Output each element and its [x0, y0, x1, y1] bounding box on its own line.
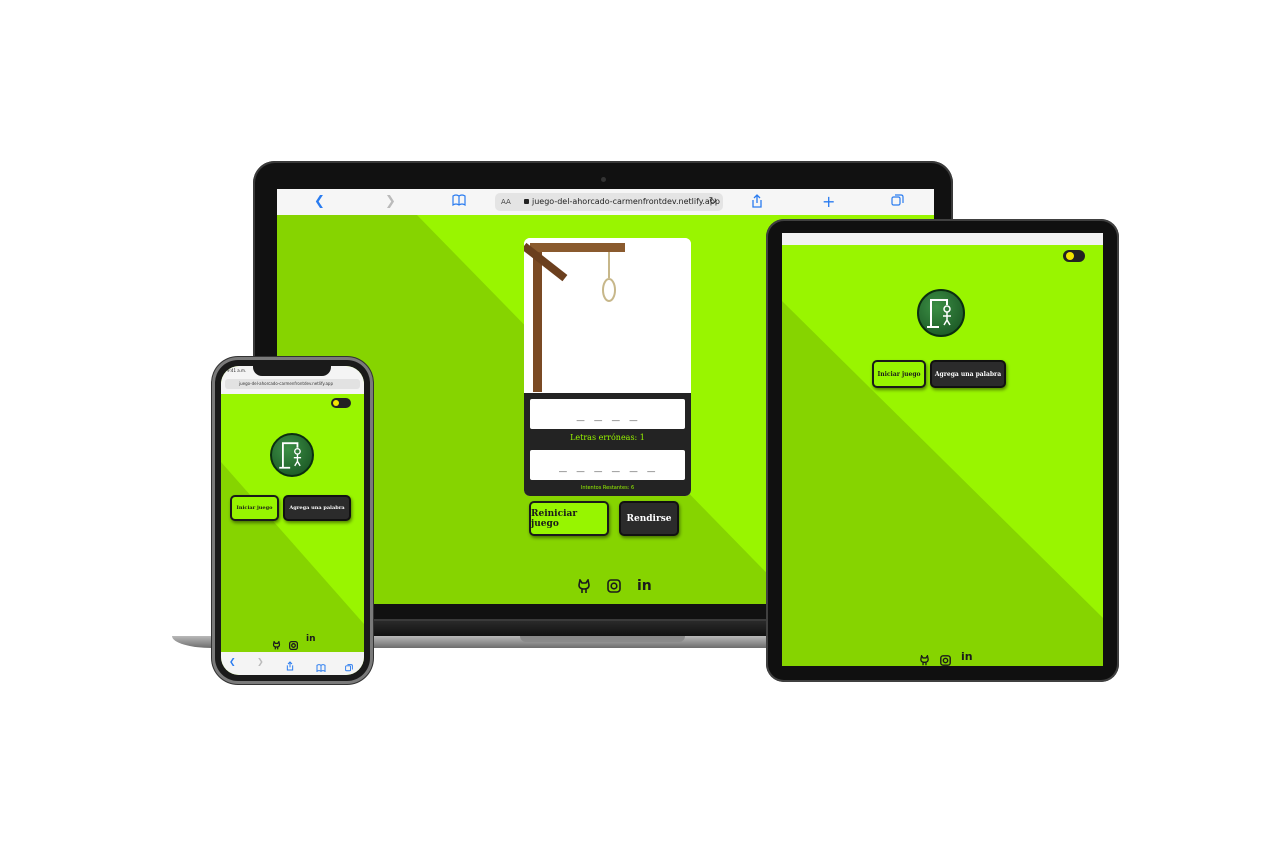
laptop-camera: [601, 177, 606, 182]
linkedin-icon[interactable]: in: [637, 579, 652, 598]
wrong-letters-label: Letras erróneas: 1: [570, 433, 645, 442]
surrender-button[interactable]: Rendirse: [619, 501, 679, 536]
back-icon[interactable]: ❮: [314, 194, 325, 210]
address-bar[interactable]: AA juego-del-ahorcado-carmenfrontdev.net…: [495, 193, 723, 211]
forward-icon[interactable]: ❯: [257, 657, 264, 666]
lock-icon: [524, 199, 529, 204]
tabs-icon[interactable]: [345, 657, 353, 675]
phone-screen: 9:41 a.m. juego-del-ahorcado-carmenfront…: [221, 366, 364, 675]
gallows-drawing: [524, 242, 625, 392]
browser-toolbar: ❮ ❯ AA juego-del-ahorcado-carmenfrontdev…: [277, 189, 934, 215]
add-word-button[interactable]: Agrega una palabra: [930, 360, 1006, 388]
moon-icon: [1066, 252, 1074, 260]
status-time: 9:41 a.m.: [227, 368, 247, 373]
bookmarks-icon[interactable]: [316, 657, 326, 675]
add-word-button[interactable]: Agrega una palabra: [283, 495, 351, 521]
hangman-logo: [917, 289, 965, 337]
start-game-button[interactable]: Iniciar juego: [230, 495, 279, 521]
instagram-icon[interactable]: [940, 651, 951, 666]
gallows-canvas: [524, 238, 691, 393]
theme-toggle[interactable]: [1063, 250, 1085, 262]
instagram-icon[interactable]: [607, 579, 621, 598]
game-board: _ _ _ _ Letras erróneas: 1 _ _ _ _ _ _ I…: [524, 238, 691, 496]
share-icon[interactable]: [286, 656, 294, 675]
reload-icon[interactable]: ↻: [709, 193, 717, 211]
wrong-letters-box: _ _ _ _ _ _: [530, 450, 685, 480]
social-links: in: [919, 651, 973, 666]
laptop-notch: [520, 636, 685, 642]
bookmarks-icon[interactable]: [452, 194, 466, 211]
hidden-word: _ _ _ _: [530, 399, 685, 429]
forward-icon[interactable]: ❯: [385, 194, 396, 210]
theme-toggle[interactable]: [331, 398, 351, 408]
tablet-screen: Iniciar juego Agrega una palabra in: [782, 233, 1103, 666]
github-icon[interactable]: [577, 577, 591, 598]
start-game-button[interactable]: Iniciar juego: [872, 360, 926, 388]
restart-button[interactable]: Reiniciar juego: [529, 501, 609, 536]
github-icon[interactable]: [919, 651, 930, 666]
phone-notch: [253, 366, 331, 376]
remaining-tries-label: Intentos Restantes: 6: [580, 485, 635, 491]
phone-address-bar[interactable]: juego-del-ahorcado-carmenfrontdev.netlif…: [225, 379, 360, 389]
moon-icon: [333, 400, 339, 406]
tablet-browser-bar: [782, 233, 1103, 245]
linkedin-icon[interactable]: in: [961, 651, 973, 666]
social-links: in: [577, 577, 652, 598]
reader-aa-label[interactable]: AA: [501, 193, 511, 211]
hangman-logo: [270, 433, 314, 477]
share-icon[interactable]: [751, 194, 763, 213]
tabs-icon[interactable]: [891, 194, 904, 212]
new-tab-icon[interactable]: +: [822, 194, 835, 210]
phone-bottom-toolbar: ❮ ❯: [221, 652, 364, 675]
back-icon[interactable]: ❮: [229, 657, 236, 666]
url-text: juego-del-ahorcado-carmenfrontdev.netlif…: [532, 197, 720, 206]
